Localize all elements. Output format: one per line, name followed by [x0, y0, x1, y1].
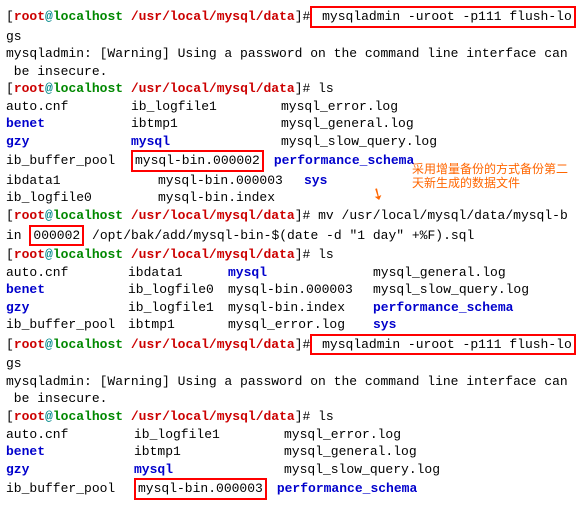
terminal-line: gs: [6, 355, 575, 373]
warning-text: mysqladmin: [Warning] Using a password o…: [6, 46, 568, 61]
dir-entry: performance_schema: [274, 153, 414, 168]
terminal-line: [root@localhost /usr/local/mysql/data]# …: [6, 246, 575, 264]
terminal-line: mysqladmin: [Warning] Using a password o…: [6, 373, 575, 391]
terminal-line: in 000002 /opt/bak/add/mysql-bin-$(date …: [6, 225, 575, 247]
dir-entry: benet: [6, 115, 131, 133]
terminal-line: be insecure.: [6, 63, 575, 81]
highlighted-command: mysqladmin -uroot -p111 flush-lo: [310, 334, 575, 356]
ls-row: ib_buffer_poolibtmp1mysql_error.logsys: [6, 316, 575, 334]
ls-row: gzymysqlmysql_slow_query.log: [6, 461, 575, 479]
file-entry: ib_buffer_pool: [6, 152, 131, 170]
prompt-host: localhost: [53, 9, 123, 24]
prompt-at: @: [45, 9, 53, 24]
command-text: ls: [310, 81, 333, 96]
dir-entry: sys: [304, 173, 327, 188]
highlighted-arg: 000002: [29, 225, 84, 247]
ls-row: auto.cnfib_logfile1mysql_error.log: [6, 426, 575, 444]
file-entry: auto.cnf: [6, 98, 131, 116]
highlighted-file: mysql-bin.000003: [134, 478, 267, 500]
dir-entry: gzy: [6, 133, 131, 151]
command-text: mysqladmin -uroot -p111 flush-lo: [314, 9, 571, 24]
highlighted-file: mysql-bin.000002: [131, 150, 264, 172]
file-entry: mysql-bin.000003: [158, 172, 304, 190]
terminal-line: mysqladmin: [Warning] Using a password o…: [6, 45, 575, 63]
highlighted-command: mysqladmin -uroot -p111 flush-lo: [310, 6, 575, 28]
ls-row: ib_logfile0mysql-bin.index: [6, 189, 575, 207]
prompt-end: ]#: [295, 9, 311, 24]
command-text: ls: [310, 247, 333, 262]
prompt-user: root: [14, 9, 45, 24]
terminal-line: [root@localhost /usr/local/mysql/data]# …: [6, 6, 575, 28]
file-entry: mysql_error.log: [281, 99, 398, 114]
terminal-line: gs: [6, 28, 575, 46]
prompt-path: /usr/local/mysql/data: [131, 9, 295, 24]
ls-row: benetib_logfile0mysql-bin.000003mysql_sl…: [6, 281, 575, 299]
file-entry: ib_logfile1: [131, 98, 281, 116]
ls-row: gzyib_logfile1mysql-bin.indexperformance…: [6, 299, 575, 317]
bracket: [: [6, 9, 14, 24]
ls-row: ib_buffer_poolmysql-bin.000003performanc…: [6, 478, 575, 500]
ls-row: gzymysqlmysql_slow_query.log: [6, 133, 575, 151]
ls-row: benetibtmp1mysql_general.log: [6, 443, 575, 461]
file-entry: ibtmp1: [131, 115, 281, 133]
terminal-line: [root@localhost /usr/local/mysql/data]# …: [6, 80, 575, 98]
ls-row: auto.cnfibdata1mysqlmysql_general.log: [6, 264, 575, 282]
command-text: ls: [310, 409, 333, 424]
command-text: mv /usr/local/mysql/data/mysql-b: [310, 208, 567, 223]
file-entry: ibdata1: [6, 172, 158, 190]
file-entry: mysql_general.log: [281, 116, 414, 131]
file-entry: mysql_slow_query.log: [281, 134, 437, 149]
terminal-line: be insecure.: [6, 390, 575, 408]
dir-entry: mysql: [131, 133, 281, 151]
terminal-line: [root@localhost /usr/local/mysql/data]# …: [6, 334, 575, 356]
annotation-text: 采用增量备份的方式备份第二 天新生成的数据文件: [412, 162, 568, 191]
warning-text: be insecure.: [6, 64, 107, 79]
file-entry: ib_logfile0: [6, 189, 158, 207]
file-entry: mysql-bin.index: [158, 190, 275, 205]
terminal-line: [root@localhost /usr/local/mysql/data]# …: [6, 207, 575, 225]
terminal-line: [root@localhost /usr/local/mysql/data]# …: [6, 408, 575, 426]
ls-row: benetibtmp1mysql_general.log: [6, 115, 575, 133]
ls-row: auto.cnfib_logfile1mysql_error.log: [6, 98, 575, 116]
